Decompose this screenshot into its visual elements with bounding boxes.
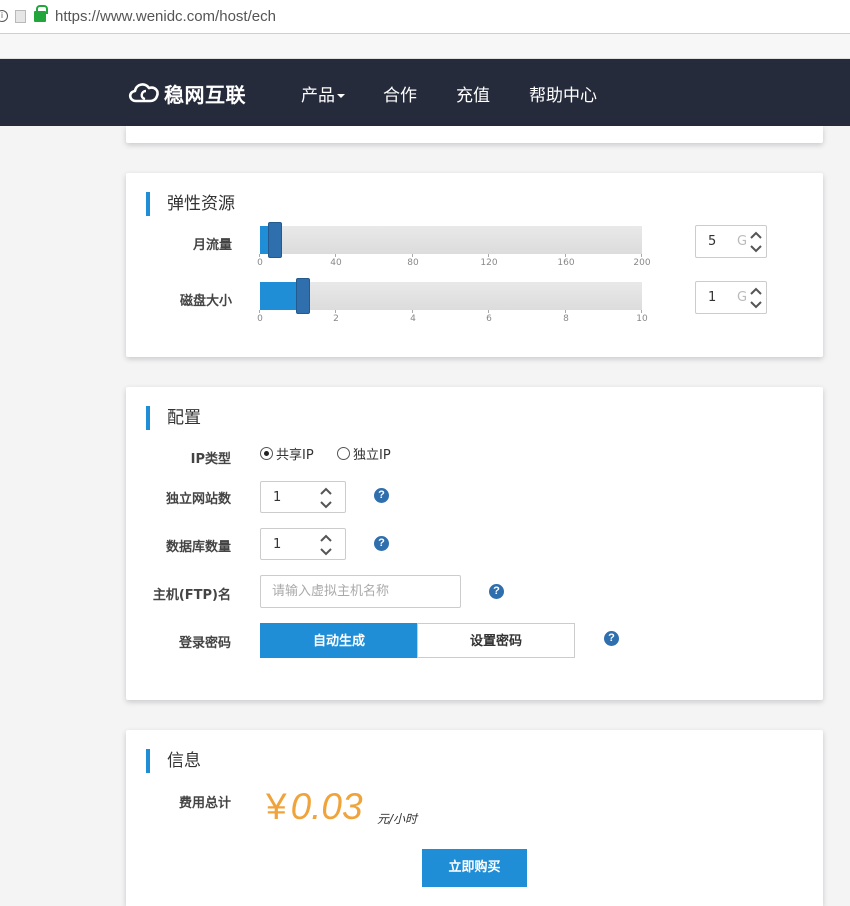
radio-shared-ip[interactable]: 共享IP: [260, 444, 314, 463]
price-unit: 元/小时: [377, 812, 418, 826]
disk-slider[interactable]: 0 2 4 6 8 10: [257, 278, 648, 324]
logo-text: 稳网互联: [164, 82, 246, 107]
tick-label: 80: [393, 254, 433, 268]
chevron-up-icon[interactable]: [319, 532, 333, 544]
help-icon[interactable]: ?: [374, 488, 389, 503]
radio-unchecked-icon[interactable]: [337, 447, 350, 460]
db-spinner[interactable]: [319, 531, 333, 559]
tick-label: 0: [240, 254, 280, 268]
nav-recharge[interactable]: 充值: [456, 81, 490, 106]
db-label: 数据库数量: [165, 540, 231, 555]
db-value: 1: [273, 537, 282, 552]
chevron-up-icon[interactable]: [319, 485, 333, 497]
tick-label: 200: [622, 254, 662, 268]
sites-label: 独立网站数: [165, 492, 231, 507]
tick-label: 8: [546, 310, 586, 324]
info-card: 信息 费用总计 ¥0.03 元/小时 立即购买: [126, 730, 823, 906]
tick-label: 2: [316, 310, 356, 324]
chevron-down-icon[interactable]: [319, 499, 333, 511]
ftp-name-input[interactable]: [260, 575, 461, 608]
traffic-spinner[interactable]: [749, 228, 763, 256]
buy-now-button[interactable]: 立即购买: [422, 849, 527, 887]
help-icon[interactable]: ?: [604, 631, 619, 646]
db-stepper[interactable]: 1: [260, 528, 346, 560]
currency-symbol: ¥: [266, 786, 287, 827]
section-title: 弹性资源: [146, 192, 235, 216]
config-card: 配置 IP类型 共享IP 独立IP 独立网站数 1 ? 数据库数量 1 ? 主机…: [126, 387, 823, 700]
slider-fill: [260, 282, 298, 310]
nav-products-label: 产品: [301, 86, 335, 106]
slider-handle[interactable]: [296, 278, 310, 314]
info-icon[interactable]: i: [0, 10, 8, 22]
chevron-down-icon[interactable]: [749, 299, 763, 311]
cloud-logo-icon: [128, 83, 159, 103]
traffic-unit: G: [737, 234, 748, 249]
disk-label: 磁盘大小: [179, 294, 232, 309]
chevron-up-icon[interactable]: [749, 229, 763, 241]
disk-value: 1: [708, 290, 717, 305]
sites-value: 1: [273, 490, 282, 505]
nav-cooperation[interactable]: 合作: [383, 81, 417, 106]
lock-icon[interactable]: [34, 5, 48, 22]
price-amount: 0.03: [290, 786, 363, 827]
nav-help-center[interactable]: 帮助中心: [529, 81, 597, 106]
browser-toolbar: [0, 34, 850, 59]
slider-handle[interactable]: [268, 222, 282, 258]
auto-generate-password-button[interactable]: 自动生成: [260, 623, 418, 658]
tick-label: 6: [469, 310, 509, 324]
slider-ticks: 0 40 80 120 160 200: [257, 254, 651, 274]
disk-spinner[interactable]: [749, 284, 763, 312]
tick-label: 120: [469, 254, 509, 268]
chevron-up-icon[interactable]: [749, 285, 763, 297]
slider-ticks: 0 2 4 6 8 10: [257, 310, 648, 330]
tick-label: 0: [240, 310, 280, 324]
disk-input[interactable]: 1 G: [695, 281, 767, 314]
section-title: 信息: [146, 749, 201, 773]
nav-products[interactable]: 产品: [301, 81, 345, 106]
sites-stepper[interactable]: 1: [260, 481, 346, 513]
set-password-button[interactable]: 设置密码: [417, 623, 575, 658]
previous-card: [126, 126, 823, 143]
address-bar[interactable]: i https://www.wenidc.com/host/ech: [0, 0, 850, 34]
page-icon: [15, 10, 26, 23]
tick-label: 160: [546, 254, 586, 268]
traffic-slider[interactable]: 0 40 80 120 160 200: [257, 222, 651, 268]
disk-unit: G: [737, 290, 748, 305]
slider-track[interactable]: [260, 226, 642, 254]
help-icon[interactable]: ?: [489, 584, 504, 599]
password-label: 登录密码: [178, 636, 231, 651]
logo[interactable]: 稳网互联: [126, 78, 246, 108]
chevron-down-icon[interactable]: [749, 243, 763, 255]
cost-label: 费用总计: [178, 796, 231, 811]
tick-label: 4: [393, 310, 433, 324]
ftp-label: 主机(FTP)名: [152, 588, 231, 603]
radio-label: 独立IP: [353, 448, 391, 463]
tick-label: 40: [316, 254, 356, 268]
url-text[interactable]: https://www.wenidc.com/host/ech: [55, 8, 276, 25]
tick-label: 10: [622, 310, 662, 324]
slider-track[interactable]: [260, 282, 642, 310]
elastic-resources-card: 弹性资源 月流量 0 40 80 120 160 200 5 G 磁盘大小 0 …: [126, 173, 823, 357]
traffic-value: 5: [708, 234, 717, 249]
radio-dedicated-ip[interactable]: 独立IP: [337, 444, 391, 463]
sites-spinner[interactable]: [319, 484, 333, 512]
caret-down-icon: [337, 94, 345, 98]
chevron-down-icon[interactable]: [319, 546, 333, 558]
traffic-input[interactable]: 5 G: [695, 225, 767, 258]
site-header: 稳网互联 产品 合作 充值 帮助中心: [0, 59, 850, 126]
section-title: 配置: [146, 406, 201, 430]
radio-label: 共享IP: [276, 448, 314, 463]
price-value: ¥0.03: [266, 786, 363, 828]
ip-type-label: IP类型: [190, 452, 231, 467]
help-icon[interactable]: ?: [374, 536, 389, 551]
radio-checked-icon[interactable]: [260, 447, 273, 460]
traffic-label: 月流量: [192, 238, 232, 253]
